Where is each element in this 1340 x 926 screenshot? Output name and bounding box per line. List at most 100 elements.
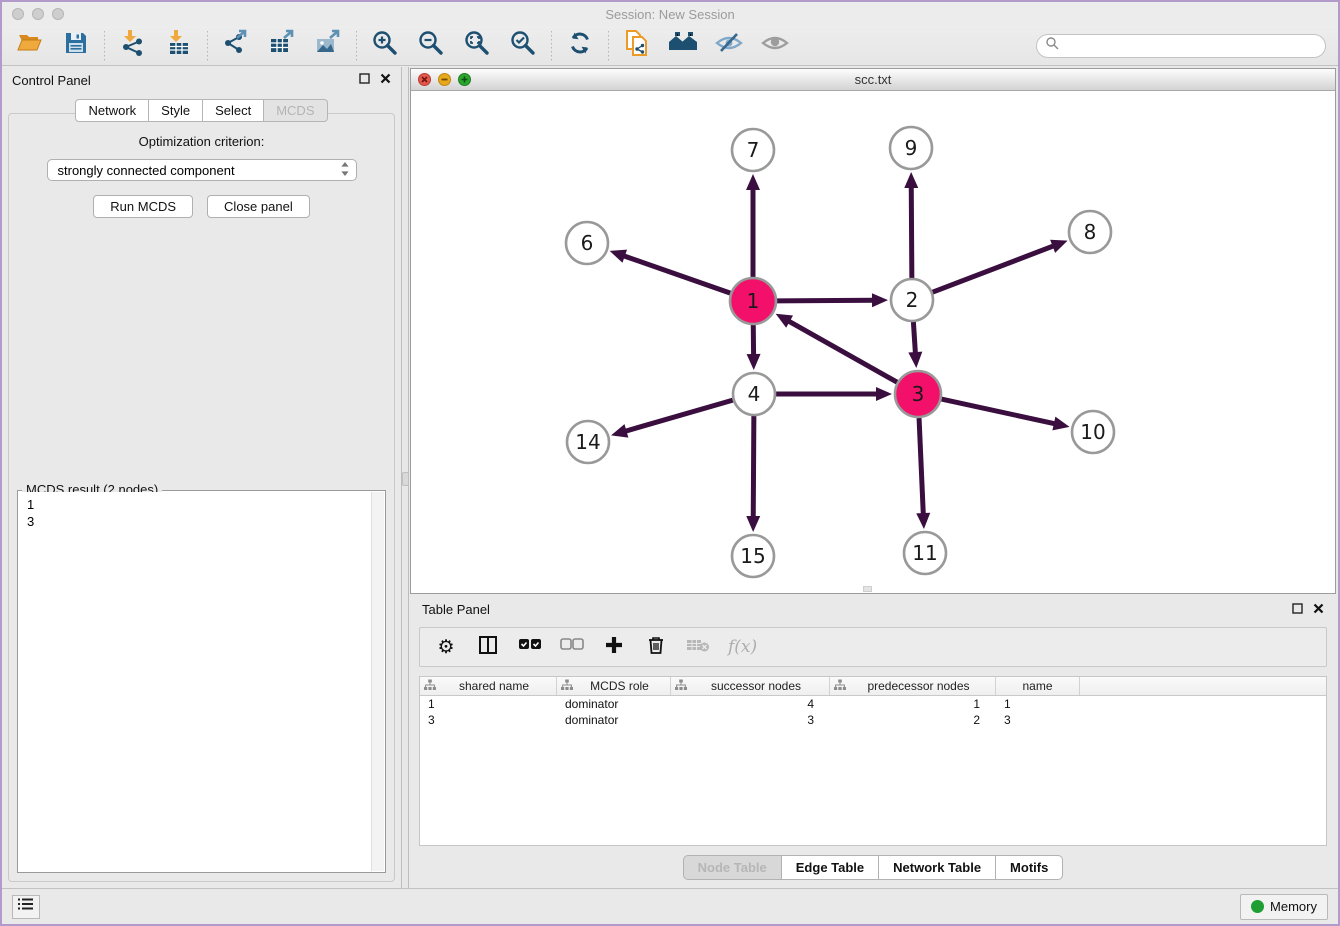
graph-edge-2-8[interactable] [933, 245, 1056, 292]
control-panel-title: Control Panel [12, 73, 91, 88]
mcds-result-list[interactable]: 13 [19, 492, 371, 871]
float-table-panel-icon[interactable] [1292, 601, 1303, 619]
search-field[interactable] [1036, 34, 1326, 58]
toolbar-separator [207, 31, 208, 61]
export-table-button[interactable] [266, 30, 298, 62]
clone-network-button[interactable] [621, 30, 653, 62]
graph-edge-1-2[interactable] [777, 300, 875, 301]
network-canvas[interactable]: 7968124314101511 [411, 92, 1335, 593]
table-cell[interactable]: 4 [671, 696, 830, 712]
tab-motifs[interactable]: Motifs [996, 855, 1063, 880]
show-all-button[interactable] [759, 30, 791, 62]
save-session-button[interactable] [60, 30, 92, 62]
network-minimize-button[interactable] [438, 73, 451, 86]
result-scrollbar[interactable] [371, 492, 384, 871]
select-all-button[interactable] [518, 634, 542, 660]
export-table-icon [268, 29, 296, 62]
zoom-fit-button[interactable] [461, 30, 493, 62]
delete-column-button[interactable] [644, 634, 668, 660]
tab-mcds[interactable]: MCDS [264, 99, 327, 122]
table-cell[interactable]: 3 [996, 712, 1080, 728]
open-session-button[interactable] [14, 30, 46, 62]
zoom-selected-icon [509, 29, 537, 62]
memory-label: Memory [1270, 899, 1317, 914]
tab-node-table[interactable]: Node Table [683, 855, 782, 880]
tab-network[interactable]: Network [75, 99, 149, 122]
column-header-shared-name[interactable]: shared name [420, 677, 557, 695]
graph-edge-4-15[interactable] [753, 416, 754, 519]
gear-icon: ⚙ [437, 638, 454, 657]
zoom-selected-button[interactable] [507, 30, 539, 62]
control-panel: Control Panel NetworkStyleSelectMCDS Opt… [2, 67, 402, 888]
edge-arrowhead [746, 516, 760, 532]
edge-arrowhead [876, 387, 892, 401]
tab-select[interactable]: Select [203, 99, 264, 122]
network-close-button[interactable] [418, 73, 431, 86]
panel-divider[interactable] [403, 67, 409, 888]
graph-edge-3-11[interactable] [919, 418, 923, 516]
deselect-all-button[interactable] [560, 634, 584, 660]
tab-style[interactable]: Style [149, 99, 203, 122]
close-table-panel-icon[interactable] [1313, 601, 1324, 619]
close-panel-button[interactable]: Close panel [207, 195, 310, 218]
node-label: 10 [1080, 420, 1105, 444]
graph-edge-2-9[interactable] [911, 185, 912, 278]
tab-edge-table[interactable]: Edge Table [782, 855, 879, 880]
column-selector-button[interactable] [476, 634, 500, 660]
table-cell[interactable]: 1 [830, 696, 996, 712]
float-panel-icon[interactable] [359, 71, 370, 89]
import-table-button[interactable] [163, 30, 195, 62]
node-label: 8 [1084, 220, 1097, 244]
table-row[interactable]: 1dominator411 [420, 696, 1326, 712]
column-header-predecessor-nodes[interactable]: predecessor nodes [830, 677, 996, 695]
table-cell[interactable]: 1 [420, 696, 557, 712]
edge-arrowhead [872, 293, 888, 307]
edge-arrowhead [916, 513, 930, 529]
graph-edge-2-3[interactable] [913, 322, 915, 355]
graph-edge-4-14[interactable] [624, 400, 733, 432]
column-header-MCDS-role[interactable]: MCDS role [557, 677, 671, 695]
export-network-button[interactable] [220, 30, 252, 62]
edge-arrowhead [1052, 417, 1069, 431]
criterion-select[interactable]: strongly connected component [47, 159, 357, 181]
eye-slash-icon [714, 29, 744, 62]
export-image-button[interactable] [312, 30, 344, 62]
table-cell[interactable]: 2 [830, 712, 996, 728]
graph-edge-1-6[interactable] [622, 255, 730, 293]
edge-arrowhead [908, 352, 922, 368]
import-network-button[interactable] [117, 30, 149, 62]
tab-network-table[interactable]: Network Table [879, 855, 996, 880]
table-settings-button[interactable]: ⚙ [434, 634, 458, 660]
table-cell[interactable]: 1 [996, 696, 1080, 712]
hide-selected-button[interactable] [713, 30, 745, 62]
table-panel: Table Panel ⚙ [410, 597, 1336, 888]
table-cell[interactable]: 3 [671, 712, 830, 728]
network-graph: 7968124314101511 [411, 92, 1335, 593]
refresh-button[interactable] [564, 30, 596, 62]
graph-edge-3-10[interactable] [941, 399, 1056, 424]
network-window-titlebar[interactable]: scc.txt [411, 69, 1335, 91]
task-history-button[interactable] [12, 895, 40, 919]
criterion-selected-value: strongly connected component [58, 163, 338, 178]
zoom-out-button[interactable] [415, 30, 447, 62]
table-cell[interactable]: 3 [420, 712, 557, 728]
zoom-in-button[interactable] [369, 30, 401, 62]
column-header-successor-nodes[interactable]: successor nodes [671, 677, 830, 695]
graph-edge-3-1[interactable] [787, 320, 897, 382]
memory-status-icon [1251, 900, 1264, 913]
home-networks-button[interactable] [667, 30, 699, 62]
table-row[interactable]: 3dominator323 [420, 712, 1326, 728]
search-input[interactable] [1059, 39, 1317, 53]
table-cell[interactable]: dominator [557, 696, 671, 712]
node-label: 3 [912, 382, 925, 406]
run-mcds-button[interactable]: Run MCDS [93, 195, 193, 218]
memory-button[interactable]: Memory [1240, 894, 1328, 920]
column-header-name[interactable]: name [996, 677, 1080, 695]
node-label: 1 [747, 289, 760, 313]
close-panel-icon[interactable] [380, 71, 391, 89]
network-maximize-button[interactable] [458, 73, 471, 86]
divider-grip[interactable] [402, 472, 409, 486]
table-cell[interactable]: dominator [557, 712, 671, 728]
add-column-button[interactable] [602, 634, 626, 660]
canvas-grip[interactable] [863, 586, 872, 592]
